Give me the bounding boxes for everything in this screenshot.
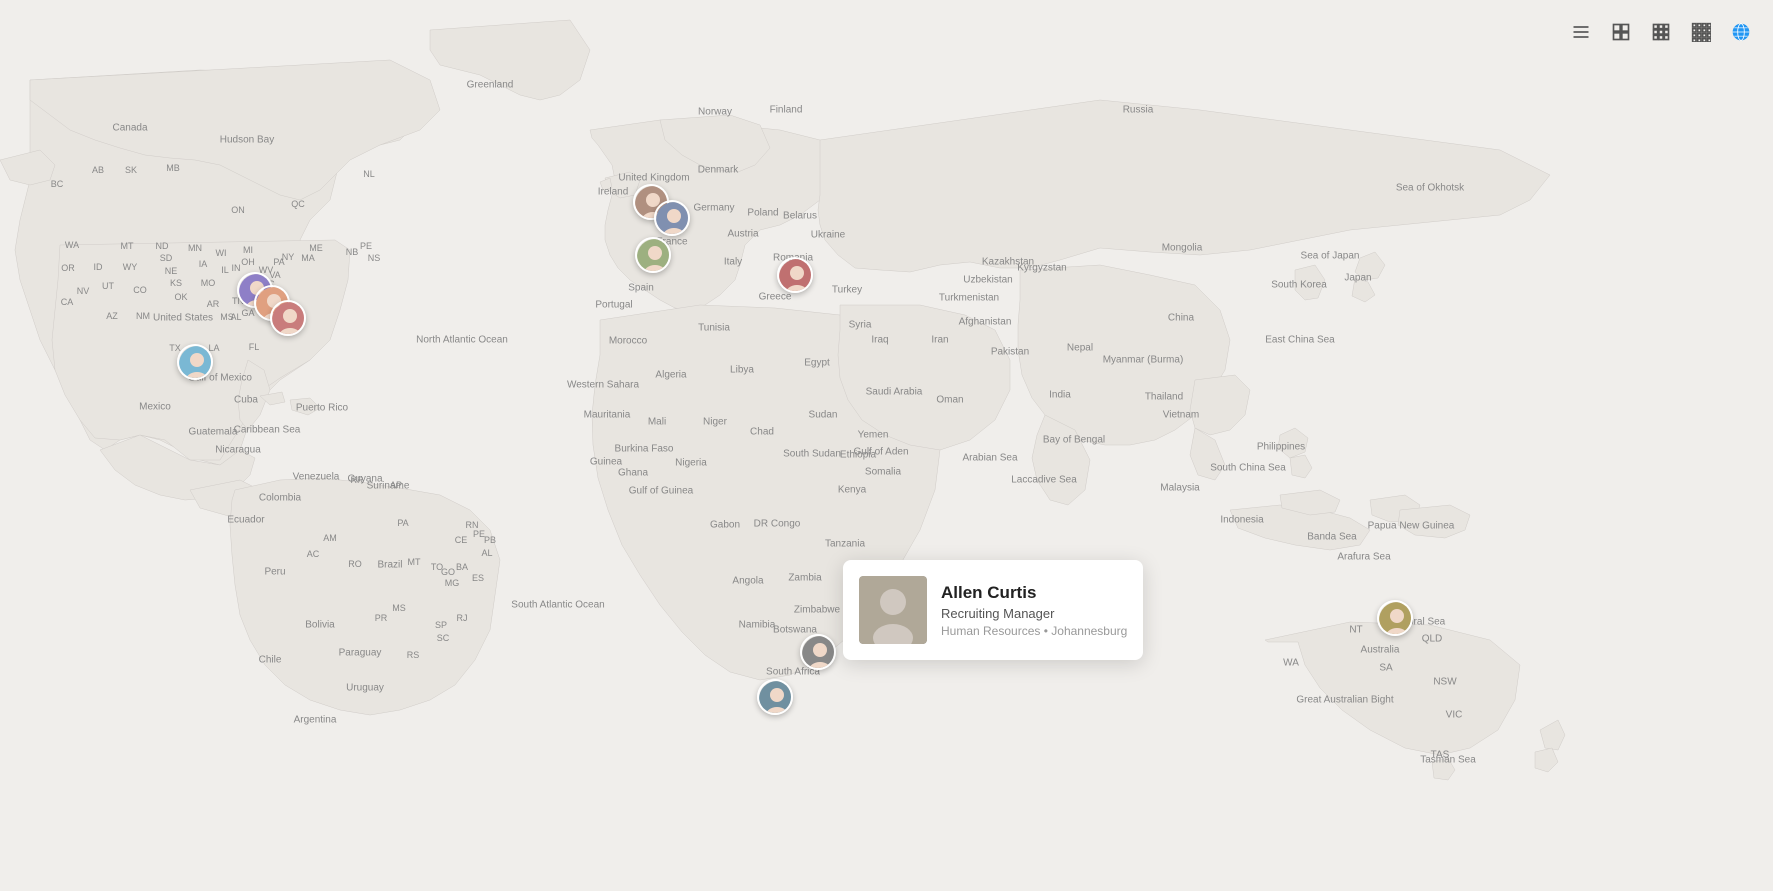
map-container: .land { fill: #e8e5e0; stroke: #d0ccc8; … bbox=[0, 0, 1773, 891]
avatar-pin[interactable] bbox=[177, 344, 213, 380]
grid-view-3-button[interactable] bbox=[1645, 16, 1677, 48]
avatar-pin[interactable] bbox=[800, 634, 836, 670]
map-view-button[interactable] bbox=[1725, 16, 1757, 48]
card-dept: Human Resources • Johannesburg bbox=[941, 624, 1127, 638]
person-info-card[interactable]: Allen Curtis Recruiting Manager Human Re… bbox=[843, 560, 1143, 660]
avatar-pin[interactable] bbox=[757, 679, 793, 715]
toolbar bbox=[1565, 16, 1757, 48]
card-avatar bbox=[859, 576, 927, 644]
avatar-pin[interactable] bbox=[1377, 600, 1413, 636]
world-map: .land { fill: #e8e5e0; stroke: #d0ccc8; … bbox=[0, 0, 1773, 891]
card-details: Allen Curtis Recruiting Manager Human Re… bbox=[941, 583, 1127, 638]
avatar-pin[interactable] bbox=[777, 257, 813, 293]
list-view-button[interactable] bbox=[1565, 16, 1597, 48]
grid-view-2-button[interactable] bbox=[1605, 16, 1637, 48]
avatar-pin[interactable] bbox=[654, 200, 690, 236]
grid-view-4-button[interactable] bbox=[1685, 16, 1717, 48]
avatar-pin[interactable] bbox=[635, 237, 671, 273]
card-name: Allen Curtis bbox=[941, 583, 1127, 603]
card-title: Recruiting Manager bbox=[941, 606, 1127, 621]
avatar-pin[interactable] bbox=[270, 300, 306, 336]
